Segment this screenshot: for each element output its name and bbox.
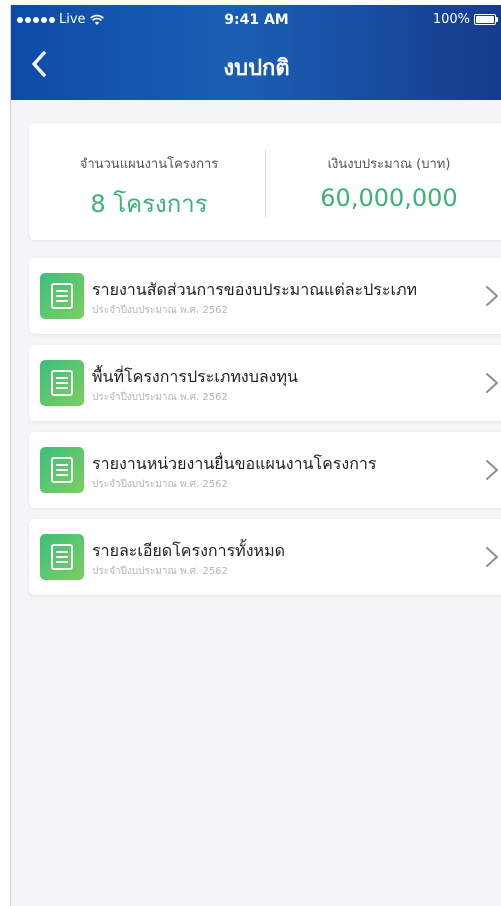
summary-card: จำนวนแผนงานโครงการ 8 โครงการ เงินงบประมา… xyxy=(29,123,501,240)
report-title: รายละเอียดโครงการทั้งหมด xyxy=(92,541,286,560)
budget-value: 60,000,000 xyxy=(320,184,458,212)
report-item-investment-area[interactable]: พื้นที่โครงการประเภทงบลงทุน ประจำปีงบประ… xyxy=(29,345,501,421)
status-right: 100% xyxy=(432,12,498,27)
document-icon xyxy=(40,273,84,319)
status-bar: Live 9:41 AM 100% xyxy=(11,5,501,35)
chevron-right-icon xyxy=(486,460,498,480)
app-screen: Live 9:41 AM 100% งบปกติ จำนวนแผนงานโครง xyxy=(10,5,501,906)
chevron-right-icon xyxy=(486,547,498,567)
report-item-budget-proportion[interactable]: รายงานสัดส่วนการของบประมาณแต่ละประเภท ปร… xyxy=(29,258,501,334)
report-subtitle: ประจำปีงบประมาณ พ.ศ. 2562 xyxy=(92,305,228,316)
report-item-all-projects[interactable]: รายละเอียดโครงการทั้งหมด ประจำปีงบประมาณ… xyxy=(29,519,501,595)
document-icon xyxy=(40,360,84,406)
projects-value: 8 โครงการ xyxy=(90,190,208,218)
budget-label: เงินงบประมาณ (บาท) xyxy=(327,157,451,172)
report-subtitle: ประจำปีงบประมาณ พ.ศ. 2562 xyxy=(92,479,228,490)
summary-divider xyxy=(265,149,266,217)
report-title: รายงานหน่วยงานยื่นขอแผนงานโครงการ xyxy=(92,454,377,473)
report-item-agency-requests[interactable]: รายงานหน่วยงานยื่นขอแผนงานโครงการ ประจำป… xyxy=(29,432,501,508)
battery-icon xyxy=(474,14,498,25)
status-time: 9:41 AM xyxy=(224,12,289,28)
header-bar: Live 9:41 AM 100% งบปกติ xyxy=(11,5,501,100)
report-list: รายงานสัดส่วนการของบประมาณแต่ละประเภท ปร… xyxy=(29,258,501,606)
battery-percent: 100% xyxy=(432,12,470,27)
chevron-right-icon xyxy=(486,373,498,393)
page-title: งบปกติ xyxy=(223,56,290,81)
report-title: รายงานสัดส่วนการของบประมาณแต่ละประเภท xyxy=(92,280,418,299)
chevron-right-icon xyxy=(486,286,498,306)
document-icon xyxy=(40,534,84,580)
budget-summary: เงินงบประมาณ (บาท) 60,000,000 xyxy=(269,123,501,240)
projects-summary: จำนวนแผนงานโครงการ 8 โครงการ xyxy=(29,123,269,240)
report-subtitle: ประจำปีงบประมาณ พ.ศ. 2562 xyxy=(92,392,228,403)
projects-label: จำนวนแผนงานโครงการ xyxy=(79,157,219,172)
report-subtitle: ประจำปีงบประมาณ พ.ศ. 2562 xyxy=(92,566,228,577)
document-icon xyxy=(40,447,84,493)
report-title: พื้นที่โครงการประเภทงบลงทุน xyxy=(92,367,298,386)
